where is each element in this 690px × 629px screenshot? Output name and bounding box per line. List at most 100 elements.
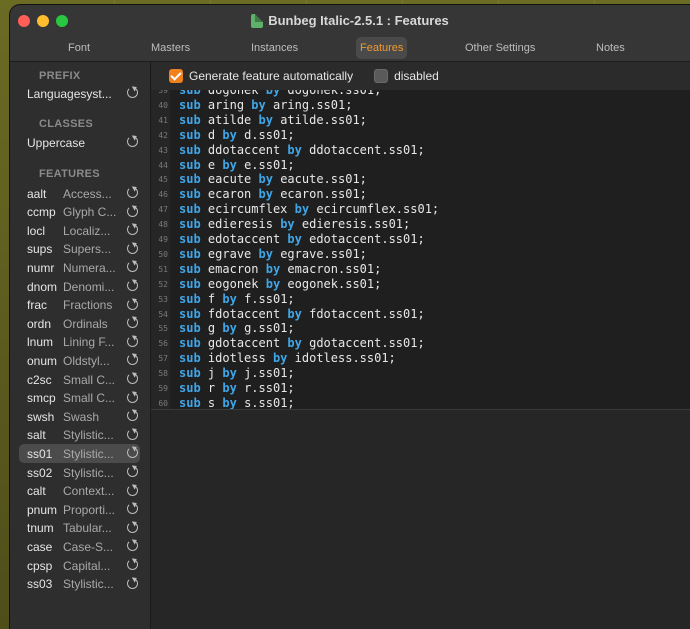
refresh-icon[interactable] — [127, 447, 138, 459]
sidebar-item-feature-dnom[interactable]: dnom Denomi... — [19, 277, 140, 296]
refresh-icon[interactable] — [127, 391, 138, 403]
sidebar-item-feature-ss02[interactable]: ss02 Stylistic... — [19, 463, 140, 482]
tab-features[interactable]: Features — [356, 37, 408, 59]
tab-instances[interactable]: Instances — [251, 37, 298, 59]
refresh-icon[interactable] — [127, 354, 138, 366]
sidebar-item-feature-sups[interactable]: sups Supers... — [19, 240, 140, 259]
refresh-icon[interactable] — [127, 335, 138, 347]
refresh-icon[interactable] — [127, 317, 138, 329]
sidebar-item-feature-tnum[interactable]: tnum Tabular... — [19, 519, 140, 538]
target-glyph: g.ss01; — [244, 321, 295, 336]
refresh-icon[interactable] — [127, 87, 138, 98]
feature-tag: onum — [27, 353, 58, 368]
keyword-by: by — [222, 395, 237, 410]
sidebar-item-feature-ss03[interactable]: ss03 Stylistic... — [19, 575, 140, 594]
sidebar-item-feature-salt[interactable]: salt Stylistic... — [19, 426, 140, 445]
keyword-by: by — [222, 381, 237, 395]
disabled-checkbox[interactable] — [374, 69, 389, 83]
keyword-by: by — [287, 142, 302, 157]
refresh-icon[interactable] — [127, 466, 138, 477]
refresh-icon[interactable] — [127, 242, 138, 254]
feature-tag: ss03 — [27, 577, 53, 592]
sidebar-item-feature-swsh[interactable]: swsh Swash — [19, 407, 140, 426]
refresh-icon[interactable] — [127, 136, 138, 147]
tab-other-settings[interactable]: Other Settings — [465, 37, 535, 59]
refresh-icon[interactable] — [127, 261, 138, 273]
sidebar-item-feature-ordn[interactable]: ordn Ordinals — [19, 314, 140, 333]
refresh-icon[interactable] — [127, 540, 138, 552]
tab-masters[interactable]: Masters — [151, 37, 190, 59]
sidebar-item-feature-ccmp[interactable]: ccmp Glyph C... — [19, 203, 140, 222]
refresh-icon[interactable] — [127, 577, 138, 589]
target-glyph: f.ss01; — [244, 291, 295, 306]
code-text: sub edieresis by edieresis.ss01; — [179, 217, 410, 232]
code-line: 46 sub ecaron by ecaron.ss01; — [151, 187, 690, 202]
feature-tag: ss01 — [27, 446, 53, 461]
refresh-icon[interactable] — [127, 484, 138, 496]
refresh-icon[interactable] — [127, 559, 138, 570]
source-glyph: fdotaccent — [207, 306, 281, 321]
code-text: sub eacute by eacute.ss01; — [179, 172, 367, 187]
refresh-icon[interactable] — [127, 428, 138, 440]
sidebar-item-feature-lnum[interactable]: lnum Lining F... — [19, 333, 140, 352]
keyword-by: by — [287, 232, 302, 246]
document-icon — [251, 13, 264, 28]
notes-area[interactable] — [151, 410, 690, 629]
code-line: 43 sub ddotaccent by ddotaccent.ss01; — [151, 143, 690, 158]
feature-options: Generate feature automatically disabled — [151, 62, 690, 90]
code-text: sub g by g.ss01; — [179, 321, 295, 336]
code-editor[interactable]: 39 sub dogonek by dogonek.ss01; 40 sub arin… — [151, 90, 690, 410]
tab-notes[interactable]: Notes — [596, 37, 625, 59]
sidebar-item-languagesystems[interactable]: Languagesyst... — [19, 84, 140, 103]
refresh-icon[interactable] — [127, 205, 138, 217]
feature-tag: case — [27, 539, 53, 554]
feature-description: Lining F... — [63, 335, 115, 350]
sidebar-item-feature-ss01[interactable]: ss01 Stylistic... — [19, 444, 140, 464]
keyword-by: by — [222, 321, 237, 336]
sidebar-item-feature-cpsp[interactable]: cpsp Capital... — [19, 556, 140, 575]
refresh-icon[interactable] — [127, 187, 138, 198]
tab-font[interactable]: Font — [68, 37, 90, 59]
disabled-option[interactable]: disabled — [374, 69, 439, 83]
sidebar-item-feature-calt[interactable]: calt Context... — [19, 482, 140, 501]
sidebar-item-feature-case[interactable]: case Case-S... — [19, 537, 140, 556]
source-glyph: eogonek — [207, 276, 259, 291]
source-glyph: idotless — [207, 351, 266, 366]
sidebar-item-feature-pnum[interactable]: pnum Proporti... — [19, 500, 140, 519]
refresh-icon[interactable] — [127, 521, 138, 533]
line-number: 45 — [158, 175, 168, 185]
generate-automatically-option[interactable]: Generate feature automatically — [169, 69, 353, 83]
line-number: 56 — [158, 339, 168, 349]
line-number: 57 — [158, 354, 168, 364]
refresh-icon[interactable] — [127, 503, 138, 515]
sidebar-item-feature-smcp[interactable]: smcp Small C... — [19, 389, 140, 408]
refresh-icon[interactable] — [127, 280, 138, 291]
target-glyph: fdotaccent.ss01; — [309, 306, 425, 321]
keyword-sub: sub — [179, 366, 201, 381]
code-line: 40 sub aring by aring.ss01; — [151, 98, 690, 113]
sidebar-item-feature-frac[interactable]: frac Fractions — [19, 296, 140, 315]
line-number: 53 — [158, 294, 168, 304]
sidebar-item-feature-c2sc[interactable]: c2sc Small C... — [19, 370, 140, 389]
feature-description: Fractions — [63, 298, 113, 313]
sidebar-item-uppercase[interactable]: Uppercase — [19, 133, 140, 152]
sidebar-item-feature-locl[interactable]: locl Localiz... — [19, 221, 140, 240]
feature-description: Oldstyl... — [63, 353, 110, 368]
target-glyph: e.ss01; — [244, 157, 295, 172]
keyword-by: by — [287, 336, 302, 351]
refresh-icon[interactable] — [127, 298, 138, 310]
sidebar-item-feature-onum[interactable]: onum Oldstyl... — [19, 351, 140, 370]
refresh-icon[interactable] — [127, 373, 138, 384]
feature-tag: aalt — [27, 186, 47, 201]
keyword-by: by — [222, 366, 237, 381]
sidebar-item-feature-aalt[interactable]: aalt Access... — [19, 184, 140, 203]
keyword-by: by — [222, 127, 237, 142]
keyword-by: by — [294, 202, 310, 217]
generate-automatically-checkbox[interactable] — [169, 69, 183, 83]
feature-description: Swash — [63, 409, 100, 424]
sidebar-item-feature-numr[interactable]: numr Numera... — [19, 258, 140, 277]
code-line: 57 sub idotless by idotless.ss01; — [151, 351, 690, 366]
refresh-icon[interactable] — [127, 224, 138, 236]
refresh-icon[interactable] — [127, 410, 138, 422]
code-text: sub egrave by egrave.ss01; — [179, 247, 367, 262]
